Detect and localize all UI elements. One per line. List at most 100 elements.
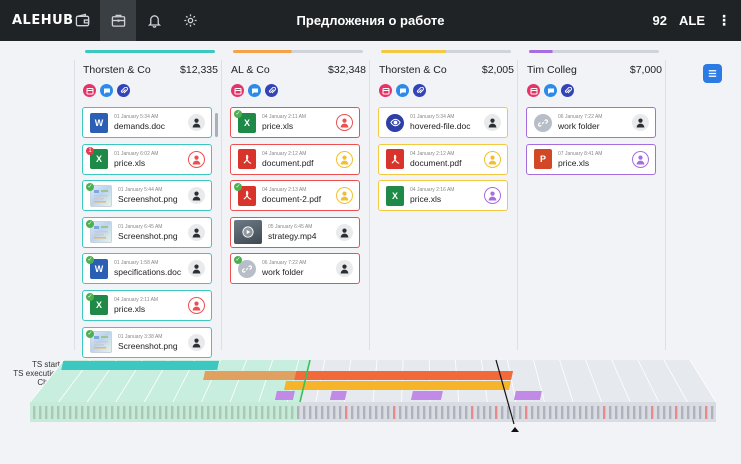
file-card[interactable]: ✓ 06 January 7:22 AM work folder: [230, 253, 360, 285]
timeline-tick: [273, 406, 276, 419]
chat-icon[interactable]: [396, 84, 409, 97]
timeline-tick: [123, 406, 126, 419]
timeline-tick: [597, 406, 600, 419]
link-icon: [534, 113, 552, 132]
attachment-icon[interactable]: [561, 84, 574, 97]
timeline-chart[interactable]: [0, 350, 741, 464]
chat-icon[interactable]: [544, 84, 557, 97]
timeline-tick: [369, 406, 372, 419]
file-card[interactable]: 06 January 7:22 AM work folder: [526, 107, 656, 138]
more-menu-icon[interactable]: ⋮: [717, 12, 731, 29]
nav-briefcase[interactable]: [100, 0, 136, 41]
file-card[interactable]: W ✓ 01 January 1:58 AM specifications.doc: [82, 253, 212, 285]
timeline-tick: [543, 406, 546, 419]
timeline-tick: [585, 406, 588, 419]
calendar-icon[interactable]: [379, 84, 392, 97]
assignee-avatar[interactable]: [632, 114, 649, 131]
file-card[interactable]: X ✓ 04 January 2:11 AM price.xls: [82, 289, 212, 321]
column-divider: [74, 60, 75, 350]
file-card[interactable]: ✓ 01 January 5:44 AM Screenshot.png: [82, 180, 212, 212]
file-card[interactable]: ✓ 04 January 2:13 AM document-2.pdf: [230, 180, 360, 212]
timeline-tick: [447, 406, 450, 419]
nav-notifications[interactable]: [136, 0, 172, 41]
timeline-tick: [147, 406, 150, 419]
timeline-tick: [531, 406, 534, 419]
file-date: 01 January 3:38 AM: [118, 333, 163, 340]
assignee-avatar[interactable]: [188, 333, 205, 351]
check-icon: ✓: [86, 292, 94, 301]
column-company-name[interactable]: Thorsten & Co: [379, 64, 447, 76]
timeline-marker-icon[interactable]: [511, 427, 519, 432]
timeline-tick: [261, 406, 264, 419]
timeline-tick: [705, 406, 708, 419]
timeline-tick: [315, 406, 318, 419]
nav-wallet[interactable]: [64, 0, 100, 41]
attachment-icon[interactable]: [117, 84, 130, 97]
file-card[interactable]: X 04 January 2:16 AM price.xls: [378, 180, 508, 212]
assignee-avatar[interactable]: [484, 150, 501, 168]
assignee-avatar[interactable]: [188, 260, 205, 278]
file-card[interactable]: X ✓ 04 January 2:11 AM price.xls: [230, 107, 360, 138]
calendar-icon[interactable]: [527, 84, 540, 97]
file-date: 01 January 5:44 AM: [118, 187, 163, 194]
timeline-tick: [519, 406, 522, 419]
list-view-button[interactable]: [703, 64, 722, 83]
file-card[interactable]: ✓ 01 January 6:45 AM Screenshot.png: [82, 216, 212, 248]
attachment-icon[interactable]: [413, 84, 426, 97]
timeline-tick: [591, 406, 594, 419]
file-name: work folder: [558, 121, 600, 131]
column-company-name[interactable]: AL & Co: [231, 64, 270, 76]
timeline-tick: [231, 406, 234, 419]
file-card[interactable]: X 1 01 January 6:02 AM price.xls: [82, 143, 212, 175]
assignee-avatar[interactable]: [336, 260, 353, 278]
timeline-tick: [645, 406, 648, 419]
chat-icon[interactable]: [100, 84, 113, 97]
timeline-tick: [333, 406, 336, 419]
timeline-tick: [243, 406, 246, 419]
file-card[interactable]: W 01 January 5:34 AM demands.doc: [82, 107, 212, 138]
calendar-icon[interactable]: [231, 84, 244, 97]
timeline-tick: [651, 406, 654, 419]
file-card[interactable]: 05 January 6:45 AM strategy.mp4: [230, 216, 360, 248]
calendar-icon[interactable]: [83, 84, 96, 97]
timeline-tick: [495, 406, 498, 419]
file-card[interactable]: 01 January 5:34 AM hovered-file.doc: [378, 107, 508, 138]
user-name[interactable]: ALE: [679, 13, 705, 28]
file-name: price.xls: [114, 303, 146, 314]
assignee-avatar[interactable]: [336, 114, 353, 131]
assignee-avatar[interactable]: [484, 114, 501, 131]
file-card[interactable]: P 07 January 8:41 AM price.xls: [526, 143, 656, 175]
assignee-avatar[interactable]: [632, 150, 649, 168]
assignee-avatar[interactable]: [188, 150, 205, 168]
app-logo[interactable]: ALEHUB: [0, 13, 73, 28]
timeline-tick: [189, 406, 192, 419]
assignee-avatar[interactable]: [336, 150, 353, 168]
assignee-avatar[interactable]: [188, 114, 205, 131]
timeline-tick: [351, 406, 354, 419]
assignee-avatar[interactable]: [336, 187, 353, 205]
file-card[interactable]: 04 January 2:12 AM document.pdf: [378, 143, 508, 175]
chat-icon[interactable]: [248, 84, 261, 97]
timeline-tick: [141, 406, 144, 419]
column-divider: [221, 60, 222, 350]
assignee-avatar[interactable]: [484, 187, 501, 205]
nav-settings[interactable]: [172, 0, 208, 41]
timeline-tick: [153, 406, 156, 419]
timeline-tick: [237, 406, 240, 419]
file-name: document.pdf: [410, 157, 462, 168]
timeline-tick: [309, 406, 312, 419]
assignee-avatar[interactable]: [188, 223, 205, 241]
timeline-tick: [381, 406, 384, 419]
attachment-icon[interactable]: [265, 84, 278, 97]
assignee-avatar[interactable]: [188, 296, 205, 314]
timeline-tick: [699, 406, 702, 419]
column-company-name[interactable]: Thorsten & Co: [83, 64, 151, 76]
column-scrollbar[interactable]: [215, 113, 218, 137]
assignee-avatar[interactable]: [188, 187, 205, 205]
column-company-name[interactable]: Tim Colleg: [527, 64, 577, 76]
timeline-tick: [525, 406, 528, 419]
file-card[interactable]: 04 January 2:12 AM document.pdf: [230, 143, 360, 175]
timeline-tick: [303, 406, 306, 419]
assignee-avatar[interactable]: [336, 223, 353, 241]
timeline-tick: [165, 406, 168, 419]
